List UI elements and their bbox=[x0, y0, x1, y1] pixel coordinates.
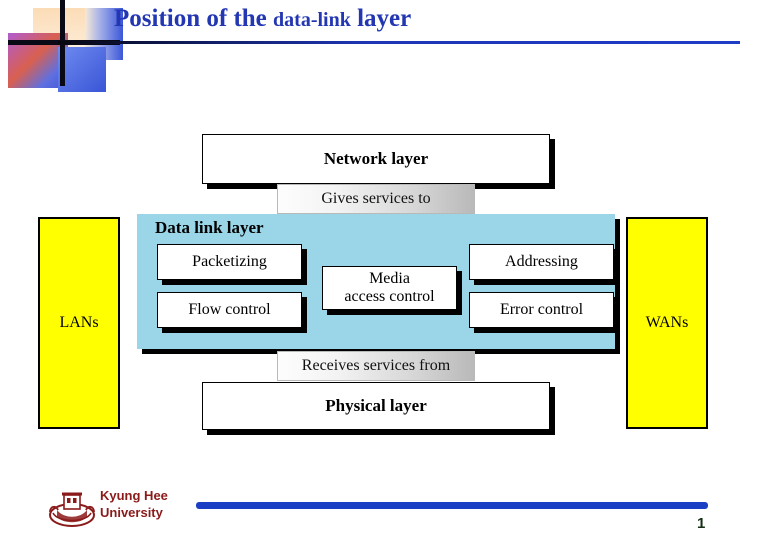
node-lans-label: LANs bbox=[59, 314, 99, 331]
node-error-control: Error control bbox=[469, 292, 614, 328]
slide-canvas: Position of the data-link layer Network … bbox=[0, 0, 780, 540]
node-data-link-layer-label: Data link layer bbox=[155, 218, 264, 237]
footer-university-name: Kyung Hee University bbox=[100, 488, 168, 520]
node-network-layer: Network layer bbox=[202, 134, 550, 184]
page-number: 1 bbox=[697, 515, 706, 532]
node-physical-layer-label: Physical layer bbox=[325, 396, 427, 416]
node-data-link-layer: Data link layer Packetizing Flow control… bbox=[137, 214, 615, 349]
node-flow-control-label: Flow control bbox=[188, 300, 271, 318]
node-addressing: Addressing bbox=[469, 244, 614, 280]
relation-gives-services-to: Gives services to bbox=[277, 184, 475, 214]
relation-receives-services-from: Receives services from bbox=[277, 351, 475, 381]
node-lans: LANs bbox=[38, 217, 120, 429]
kyung-hee-crest-icon bbox=[49, 492, 95, 527]
node-error-control-label: Error control bbox=[499, 300, 584, 318]
node-wans: WANs bbox=[626, 217, 708, 429]
node-media-access-control: Media access control bbox=[322, 266, 457, 310]
node-packetizing-label: Packetizing bbox=[192, 252, 267, 270]
node-addressing-label: Addressing bbox=[505, 252, 578, 270]
node-packetizing: Packetizing bbox=[157, 244, 302, 280]
node-media-access-control-label: Media access control bbox=[344, 269, 435, 305]
node-physical-layer: Physical layer bbox=[202, 382, 550, 430]
footer-accent-bar bbox=[196, 502, 708, 509]
node-flow-control: Flow control bbox=[157, 292, 302, 328]
relation-receives-services-from-label: Receives services from bbox=[301, 357, 451, 374]
layer-position-diagram: Network layer Gives services to Data lin… bbox=[0, 0, 780, 540]
relation-gives-services-to-label: Gives services to bbox=[321, 190, 431, 207]
node-wans-label: WANs bbox=[645, 314, 689, 331]
node-network-layer-label: Network layer bbox=[323, 149, 429, 169]
